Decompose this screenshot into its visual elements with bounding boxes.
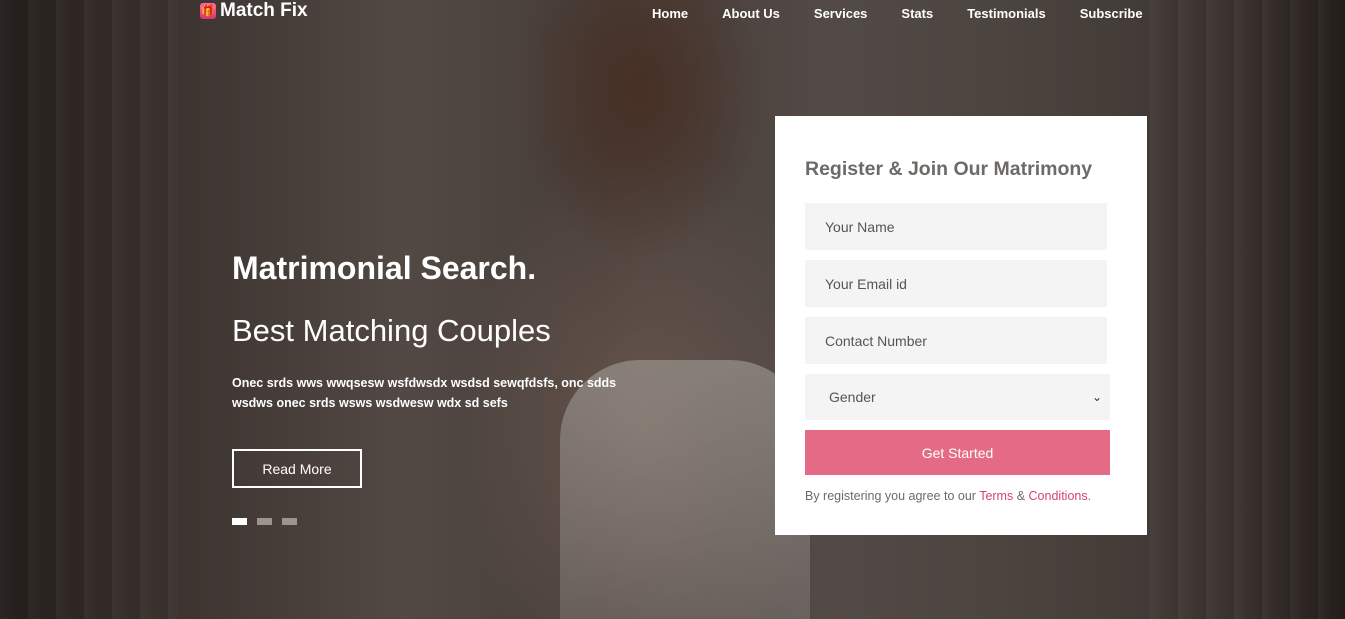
gender-select-value: Gender <box>829 389 876 405</box>
hero-description: Onec srds wws wwqsesw wsfdwsdx wsdsd sew… <box>232 376 617 410</box>
gift-icon: 🎁 <box>200 3 216 19</box>
nav-testimonials[interactable]: Testimonials <box>967 6 1046 21</box>
terms-prefix: By registering you agree to our <box>805 489 976 503</box>
conditions-link[interactable]: Conditions. <box>1029 489 1092 503</box>
form-title: Register & Join Our Matrimony <box>805 158 1093 180</box>
gender-select[interactable]: Gender ⌄ <box>805 374 1110 420</box>
slider-dot-1[interactable] <box>232 518 247 525</box>
terms-amp: & <box>1016 489 1026 503</box>
hero-title: Matrimonial Search. <box>232 250 537 286</box>
nav-about-us[interactable]: About Us <box>722 6 780 21</box>
terms-link[interactable]: Terms <box>979 489 1013 503</box>
register-form: Register & Join Our Matrimony Gender ⌄ G… <box>775 116 1147 535</box>
get-started-button[interactable]: Get Started <box>805 430 1110 475</box>
contact-number-input[interactable] <box>805 317 1107 364</box>
brand-logo[interactable]: 🎁 Match Fix <box>200 0 308 22</box>
chevron-down-icon: ⌄ <box>1091 390 1102 404</box>
brand-name: Match Fix <box>220 0 308 21</box>
email-input[interactable] <box>805 260 1107 307</box>
slider-dot-2[interactable] <box>257 518 272 525</box>
main-nav: Home About Us Services Stats Testimonial… <box>652 6 1177 21</box>
slider-dots <box>232 518 297 525</box>
terms-text: By registering you agree to our Terms & … <box>805 489 1117 503</box>
nav-home[interactable]: Home <box>652 6 688 21</box>
nav-subscribe[interactable]: Subscribe <box>1080 6 1143 21</box>
read-more-button[interactable]: Read More <box>232 449 362 488</box>
slider-dot-3[interactable] <box>282 518 297 525</box>
hero-text: Matrimonial Search. Best Matching Couple… <box>232 250 632 413</box>
nav-services[interactable]: Services <box>814 6 868 21</box>
hero-subtitle: Best Matching Couples <box>232 313 551 348</box>
nav-stats[interactable]: Stats <box>901 6 933 21</box>
name-input[interactable] <box>805 203 1107 250</box>
